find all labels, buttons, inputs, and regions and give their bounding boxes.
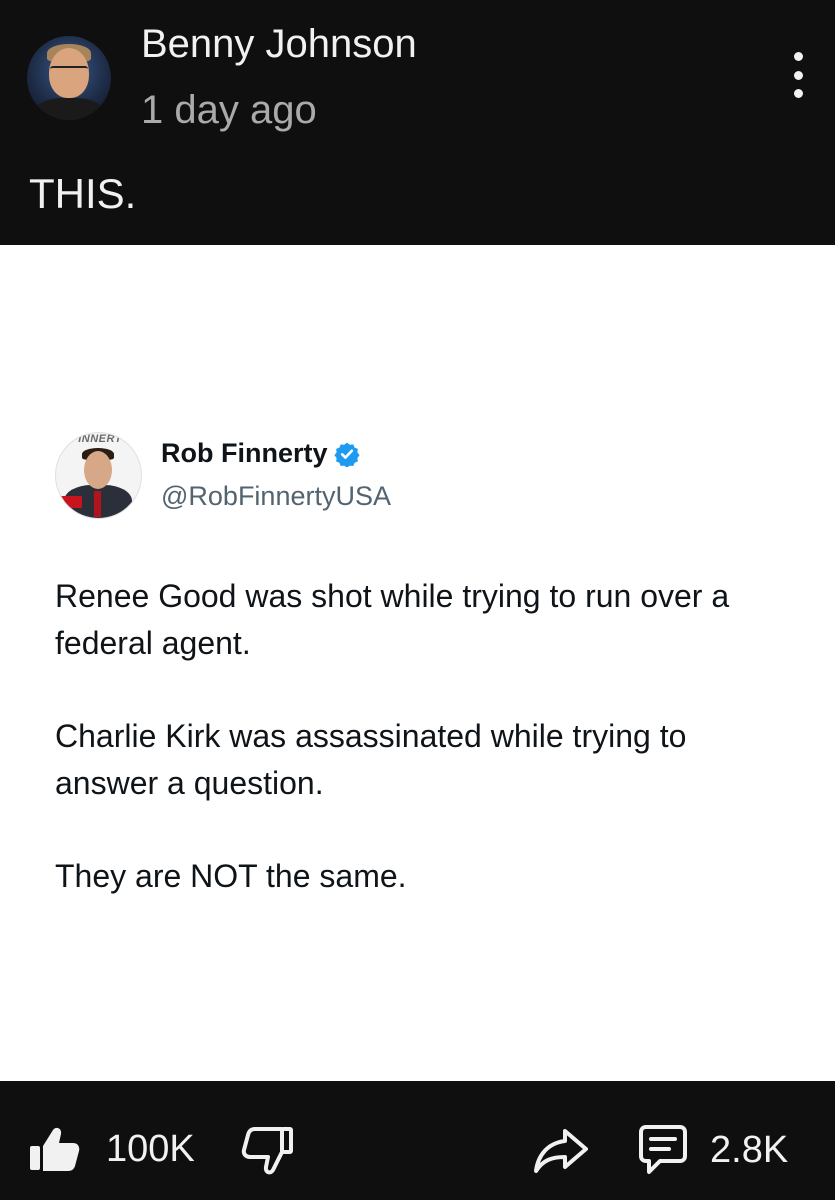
more-vert-icon	[793, 52, 803, 61]
tweet-avatar: FINNERTY	[55, 432, 142, 519]
action-bar: 100K 2.8K	[0, 1081, 835, 1200]
thumbs-down-icon	[241, 1127, 293, 1175]
share-button[interactable]	[532, 1127, 590, 1175]
comment-icon	[639, 1125, 687, 1174]
thumbs-up-icon	[30, 1127, 80, 1171]
post-text: THIS.	[29, 170, 137, 217]
tweet-paragraph: They are NOT the same.	[55, 858, 407, 894]
like-count: 100K	[106, 1127, 195, 1170]
post-image[interactable]: FINNERTY Rob Finnerty @RobFinnertyUSA Re…	[0, 245, 835, 1081]
tweet-paragraph: Charlie Kirk was assassinated while tryi…	[55, 718, 687, 801]
tweet-handle: @RobFinnertyUSA	[161, 481, 391, 511]
tweet-author-name: Rob Finnerty	[161, 438, 360, 469]
tweet-paragraph: Renee Good was shot while trying to run …	[55, 578, 730, 661]
like-button[interactable]: 100K	[28, 1124, 195, 1174]
verified-badge-icon	[333, 442, 360, 467]
dislike-button[interactable]	[240, 1126, 294, 1176]
author-avatar[interactable]	[27, 36, 111, 120]
avatar-logo-text: FINNERTY	[71, 433, 130, 445]
more-options-button[interactable]	[780, 52, 816, 98]
post-timestamp: 1 day ago	[141, 88, 317, 132]
post-header: Benny Johnson 1 day ago THIS.	[0, 0, 835, 245]
comments-button[interactable]: 2.8K	[638, 1124, 788, 1176]
share-icon	[534, 1129, 588, 1173]
comment-count: 2.8K	[710, 1128, 789, 1171]
author-name[interactable]: Benny Johnson	[141, 22, 417, 67]
tweet-body: Renee Good was shot while trying to run …	[55, 573, 795, 946]
